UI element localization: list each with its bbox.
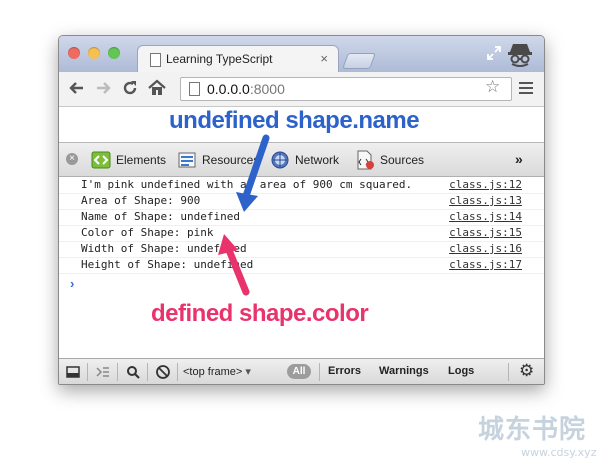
menu-icon[interactable] — [519, 82, 533, 97]
console-source-link[interactable]: class.js:13 — [449, 194, 522, 207]
tab-label: Elements — [116, 153, 167, 167]
console-row: Area of Shape: 900 class.js:13 — [59, 193, 544, 210]
browser-tab[interactable]: Learning TypeScript × — [137, 45, 339, 74]
page-icon — [189, 82, 200, 96]
resources-icon — [178, 152, 196, 168]
watermark-url: www.cdsy.xyz — [521, 446, 597, 459]
tab-network[interactable]: Network — [270, 149, 345, 171]
forward-arrow-icon[interactable] — [93, 78, 113, 98]
console-row: Name of Shape: undefined class.js:14 — [59, 209, 544, 226]
chevron-down-icon: ▾ — [245, 366, 251, 378]
back-arrow-icon[interactable] — [67, 78, 87, 98]
console-message: Color of Shape: pink — [81, 226, 214, 239]
filter-errors[interactable]: Errors — [328, 365, 361, 377]
watermark-text: 城东书院 — [478, 415, 587, 445]
title-bar: Learning TypeScript × — [59, 36, 544, 74]
tab-title: Learning TypeScript — [166, 52, 273, 66]
dock-icon[interactable] — [65, 364, 81, 380]
url-host: 0.0.0.0 — [207, 81, 250, 97]
tab-resources[interactable]: Resources — [177, 149, 262, 171]
tab-elements[interactable]: Elements — [91, 149, 171, 171]
tab-label: Sources — [380, 153, 425, 167]
clear-console-icon[interactable] — [155, 364, 171, 380]
page-icon — [150, 53, 161, 67]
url-text[interactable]: 0.0.0.0:8000 — [207, 81, 285, 97]
elements-icon — [91, 151, 111, 169]
console-message: Width of Shape: undefined — [81, 242, 247, 255]
network-icon — [271, 151, 289, 169]
home-icon[interactable] — [147, 78, 167, 98]
console-message: Name of Shape: undefined — [81, 210, 240, 223]
gear-icon[interactable]: ⚙ — [519, 361, 534, 381]
address-bar[interactable]: 0.0.0.0:8000 — [180, 77, 512, 101]
filter-warnings[interactable]: Warnings — [379, 365, 429, 377]
url-port: :8000 — [249, 81, 285, 97]
bookmark-star-icon[interactable]: ☆ — [485, 77, 500, 97]
console-panel: I'm pink undefined with an area of 900 c… — [59, 177, 544, 357]
console-message: Height of Shape: undefined — [81, 258, 254, 271]
browser-window: Learning TypeScript × 0.0.0.0:8000 ☆ × E… — [58, 35, 545, 385]
window-maximize-button[interactable] — [108, 47, 120, 59]
frame-label: <top frame> — [183, 366, 243, 378]
more-tabs-button[interactable]: » — [515, 151, 523, 167]
console-row: Color of Shape: pink class.js:15 — [59, 225, 544, 242]
annotation-defined-color: defined shape.color — [151, 300, 369, 327]
console-source-link[interactable]: class.js:15 — [449, 226, 522, 239]
console-source-link[interactable]: class.js:17 — [449, 258, 522, 271]
tab-label: Network — [295, 153, 340, 167]
console-prompt[interactable]: › — [70, 276, 74, 291]
filter-logs[interactable]: Logs — [448, 365, 474, 377]
devtools-close-icon[interactable]: × — [66, 153, 78, 165]
frame-selector[interactable]: <top frame> ▾ — [183, 365, 251, 378]
annotation-undefined-name: undefined shape.name — [169, 107, 420, 134]
filter-all[interactable]: All — [287, 364, 311, 379]
show-console-icon[interactable] — [95, 364, 111, 380]
incognito-icon — [508, 44, 532, 67]
console-source-link[interactable]: class.js:12 — [449, 178, 522, 191]
search-icon[interactable] — [125, 364, 141, 380]
sources-icon — [357, 150, 374, 170]
console-row: Height of Shape: undefined class.js:17 — [59, 257, 544, 274]
new-tab-button[interactable] — [342, 53, 376, 69]
tab-sources[interactable]: Sources — [355, 149, 430, 171]
console-message: I'm pink undefined with an area of 900 c… — [81, 178, 413, 191]
tab-close-icon[interactable]: × — [320, 51, 328, 66]
fullscreen-icon[interactable] — [487, 46, 501, 60]
console-row: Width of Shape: undefined class.js:16 — [59, 241, 544, 258]
devtools-status-bar: <top frame> ▾ All Errors Warnings Logs ⚙ — [59, 358, 544, 384]
console-message: Area of Shape: 900 — [81, 194, 201, 207]
browser-toolbar: 0.0.0.0:8000 ☆ — [59, 72, 544, 107]
console-source-link[interactable]: class.js:16 — [449, 242, 522, 255]
watermark: 城东书院 www.cdsy.xyz — [478, 415, 596, 459]
tab-label: Resources — [202, 153, 260, 167]
window-close-button[interactable] — [68, 47, 80, 59]
console-source-link[interactable]: class.js:14 — [449, 210, 522, 223]
console-row: I'm pink undefined with an area of 900 c… — [59, 177, 544, 194]
window-minimize-button[interactable] — [88, 47, 100, 59]
devtools-tab-bar: × Elements Resources Network Sources » — [59, 143, 544, 177]
reload-icon[interactable] — [120, 78, 140, 98]
